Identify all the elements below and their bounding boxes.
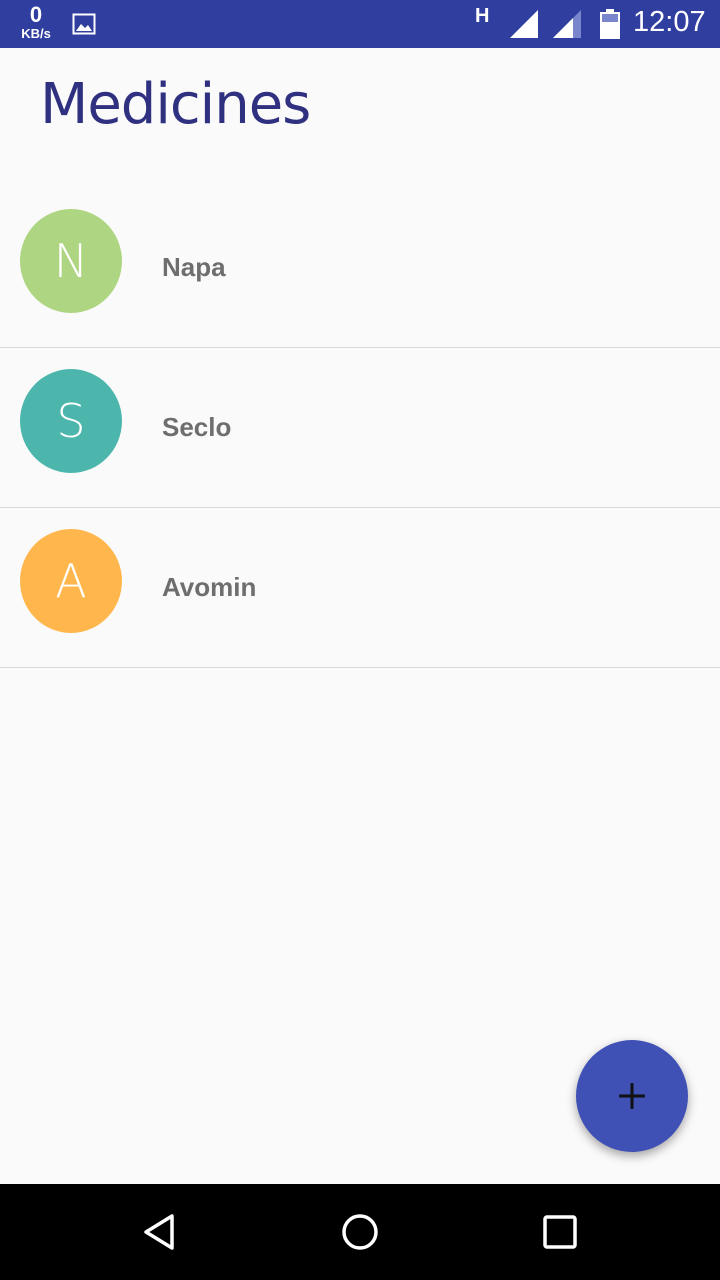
add-medicine-button[interactable] [576, 1040, 688, 1152]
home-icon [342, 1214, 378, 1250]
battery-icon [600, 9, 620, 39]
medicine-list: N Napa S Seclo A Avomin [0, 188, 720, 668]
recents-button[interactable] [536, 1208, 584, 1256]
navigation-bar [0, 1184, 720, 1280]
medicine-name: Napa [162, 252, 226, 282]
home-button[interactable] [336, 1208, 384, 1256]
network-speed-unit: KB/s [21, 26, 51, 41]
back-button[interactable] [136, 1208, 184, 1256]
plus-icon [619, 1083, 645, 1109]
signal-icon [510, 10, 538, 38]
network-type: H [475, 5, 490, 27]
image-icon [72, 13, 96, 35]
avatar: S [20, 369, 122, 473]
medicine-name: Avomin [162, 572, 257, 602]
recents-icon [543, 1215, 577, 1249]
list-item[interactable]: S Seclo [0, 348, 720, 508]
back-icon [144, 1214, 174, 1250]
page-title: Medicines [40, 72, 311, 137]
network-speed-value: 0 [29, 2, 43, 27]
medicine-name: Seclo [162, 412, 232, 442]
avatar: N [20, 209, 122, 313]
status-bar: 0 KB/s H 12:07 [0, 0, 720, 48]
list-item[interactable]: N Napa [0, 188, 720, 348]
avatar: A [20, 529, 122, 633]
signal-icon [553, 10, 581, 38]
network-speed: 0 KB/s [18, 2, 54, 41]
list-item[interactable]: A Avomin [0, 508, 720, 668]
clock: 12:07 [633, 6, 706, 38]
